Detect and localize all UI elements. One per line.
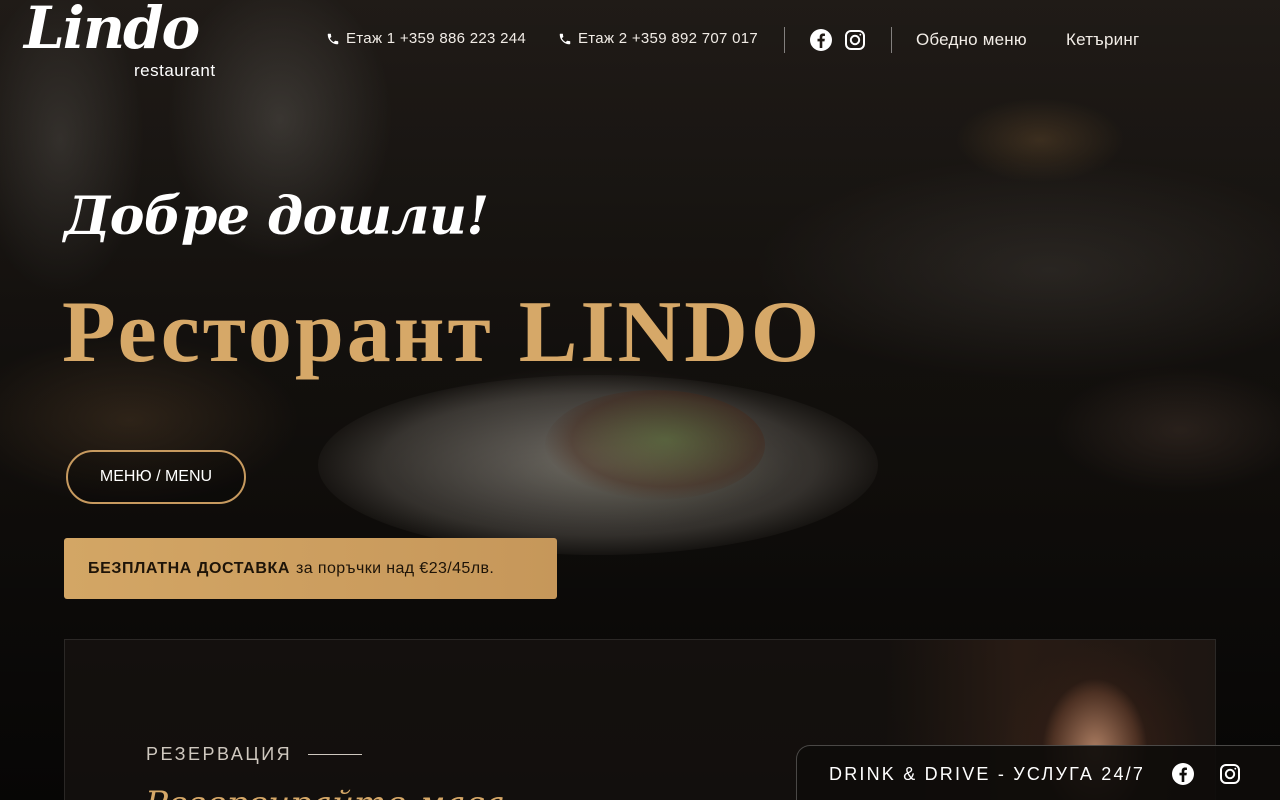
reservation-label: РЕЗЕРВАЦИЯ [146,744,363,765]
drink-drive-facebook-link[interactable] [1171,762,1195,790]
facebook-icon [810,29,832,51]
drink-drive-bar: DRINK & DRIVE - УСЛУГА 24/7 [796,745,1280,800]
instagram-icon [1220,764,1240,784]
header-divider [891,27,892,53]
facebook-icon [1172,763,1194,785]
header-divider [784,27,785,53]
reservation-label-text: РЕЗЕРВАЦИЯ [146,744,293,764]
nav-catering[interactable]: Кетъринг [1066,30,1139,50]
facebook-link[interactable] [809,28,833,52]
drink-drive-text[interactable]: DRINK & DRIVE - УСЛУГА 24/7 [829,764,1145,785]
free-delivery-banner: БЕЗПЛАТНА ДОСТАВКА за поръчки над €23/45… [64,538,557,599]
logo-subtitle: restaurant [134,61,216,80]
drink-drive-instagram-link[interactable] [1218,762,1242,790]
phone-floor-2-link[interactable]: Етаж 2 +359 892 707 017 [558,30,758,47]
phone-icon [559,33,571,44]
welcome-heading: Добре дошли! [64,186,489,247]
phone-icon [327,33,339,44]
instagram-icon [845,30,865,50]
reservation-heading: Резервирайте маса [145,784,505,800]
phone-floor-1-text: Етаж 1 +359 886 223 244 [346,30,527,47]
phone-floor-1-link[interactable]: Етаж 1 +359 886 223 244 [326,30,526,47]
instagram-link[interactable] [843,28,867,52]
page-title: Ресторант LINDO [62,284,823,381]
site-header: Lindo restaurant Етаж 1 +359 886 223 244… [0,0,1280,80]
menu-button[interactable]: МЕНЮ / MENU [66,450,246,504]
nav-lunch-menu[interactable]: Обедно меню [916,30,1027,50]
food-photo-area [545,390,765,500]
logo-script-text: Lindo [24,0,200,62]
phone-floor-2-text: Етаж 2 +359 892 707 017 [578,30,759,47]
delivery-condition-text: за поръчки над €23/45лв. [296,559,495,577]
delivery-bold-text: БЕЗПЛАТНА ДОСТАВКА [88,559,291,577]
label-line [308,754,363,755]
logo[interactable]: Lindo restaurant [22,0,232,84]
